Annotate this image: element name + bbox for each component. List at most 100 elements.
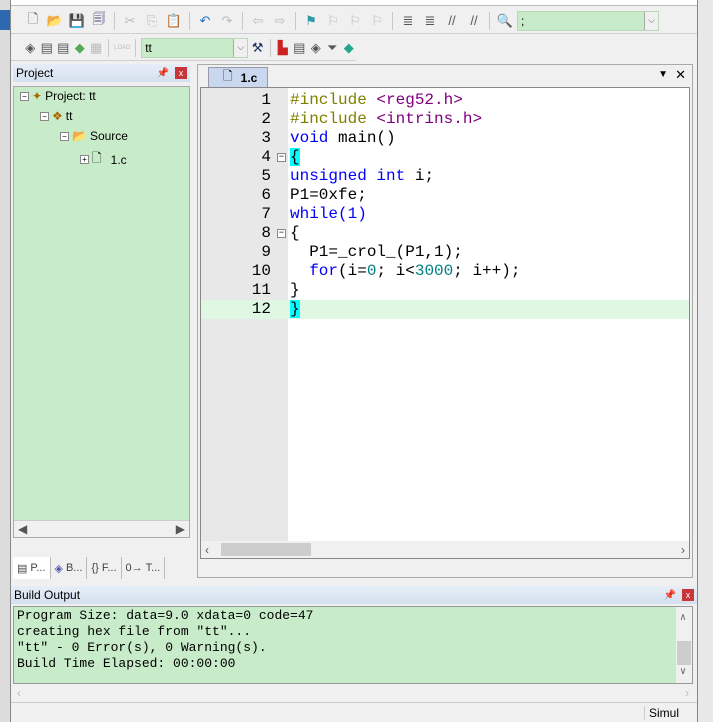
output-vscrollbar[interactable]: ∧ ∨ [676, 607, 692, 683]
comment-icon[interactable]: // [442, 11, 462, 31]
code-line[interactable]: 11} [201, 281, 689, 300]
run-time-env-icon[interactable]: ◆ [341, 38, 355, 58]
save-icon[interactable]: 💾 [67, 11, 87, 31]
code-line[interactable]: 2 #include <intrins.h> [201, 110, 689, 129]
redo-icon[interactable]: ↷ [217, 11, 237, 31]
close-icon[interactable]: x [682, 589, 694, 601]
tree-item-target[interactable]: − ❖ tt [40, 109, 72, 123]
copy-icon[interactable]: ⎘ [142, 11, 162, 31]
manage-items-icon[interactable]: ▤ [292, 38, 306, 58]
code-text: { [290, 148, 300, 166]
editor-hscroll-thumb[interactable] [221, 543, 311, 556]
code-text: } [290, 300, 300, 318]
clear-bookmarks-icon[interactable]: ⚐ [367, 11, 387, 31]
code-line[interactable]: 9 P1=_crol_(P1,1); [201, 243, 689, 262]
file-icon: 🗋 [92, 151, 102, 165]
line-number: 9 [261, 243, 271, 261]
code-text: { [290, 224, 300, 242]
line-number: 8 [261, 224, 271, 242]
line-number: 10 [251, 262, 271, 280]
code-text: unsigned int i; [290, 167, 435, 185]
bookmark-icon[interactable]: ⚑ [301, 11, 321, 31]
pin-icon[interactable]: 📌 [664, 590, 676, 601]
code-text: #include <reg52.h> [290, 91, 463, 109]
build-output-text[interactable]: Program Size: data=9.0 xdata=0 code=47 c… [13, 606, 693, 684]
next-bookmark-icon[interactable]: ⚐ [345, 11, 365, 31]
chevron-down-icon[interactable]: ⌵ [233, 38, 248, 57]
code-line[interactable]: 7 while(1) [201, 205, 689, 224]
tab-label: 1.c [240, 70, 258, 85]
tab-templates[interactable]: 0→ T... [122, 557, 166, 579]
tree-label: tt [65, 109, 73, 123]
line-number: 7 [261, 205, 271, 223]
build-output-title: Build Output [14, 588, 81, 602]
code-line[interactable]: 5 unsigned int i; [201, 167, 689, 186]
functions-icon: {} [91, 562, 99, 574]
tree-item-file[interactable]: + 🗋 1.c [80, 149, 127, 170]
download-icon[interactable]: LOAD [114, 38, 130, 58]
tab-list-dropdown-icon[interactable]: ▼ [658, 69, 668, 80]
rebuild-icon[interactable]: ▤ [56, 38, 70, 58]
output-hscrollbar[interactable]: ‹ › [13, 684, 693, 701]
uncomment-icon[interactable]: // [464, 11, 484, 31]
pin-icon[interactable]: 📌 [157, 68, 169, 79]
code-line[interactable]: 4−{ [201, 148, 689, 167]
code-line[interactable]: 12} [201, 300, 689, 319]
close-tab-icon[interactable]: ✕ [675, 67, 686, 83]
editor-panel: 🗋 1.c ▼ ✕ 1 #include <reg52.h> 2 #include <i… [197, 64, 693, 578]
project-tree: − ✦ Project: tt − ❖ tt − 📂 Source + 🗋 1.c ◀ ▶ [13, 86, 190, 538]
tree-item-source-group[interactable]: − 📂 Source [60, 129, 128, 143]
books-icon: ◈ [54, 562, 63, 575]
line-number: 4 [261, 148, 271, 166]
prev-bookmark-icon[interactable]: ⚐ [323, 11, 343, 31]
new-file-icon[interactable]: 🗋 [23, 11, 43, 31]
code-line[interactable]: 10 for(i=0; i<3000; i++); [201, 262, 689, 281]
templates-icon: 0→ [125, 562, 143, 574]
code-editor[interactable]: 1 #include <reg52.h> 2 #include <intrins.h>… [200, 87, 690, 559]
translate-icon[interactable]: ◈ [23, 38, 37, 58]
tab-project[interactable]: ▤ P... [13, 557, 51, 579]
pack-installer-icon[interactable]: ◈ [309, 38, 323, 58]
nav-forward-icon[interactable]: ⇨ [270, 11, 290, 31]
build-icon[interactable]: ▤ [39, 38, 53, 58]
tree-item-project[interactable]: − ✦ Project: tt [20, 89, 96, 103]
tab-1c[interactable]: 🗋 1.c [208, 67, 268, 87]
code-text: for(i=0; i<3000; i++); [309, 262, 521, 280]
indent-icon[interactable]: ≣ [398, 11, 418, 31]
code-line[interactable]: 6 P1=0xfe; [201, 186, 689, 205]
select-software-packs-icon[interactable]: ⏷ [325, 38, 339, 58]
code-line[interactable]: 8−{ [201, 224, 689, 243]
line-number: 6 [261, 186, 271, 204]
code-line[interactable]: 3 void main() [201, 129, 689, 148]
tab-label: T... [145, 562, 161, 574]
undo-icon[interactable]: ↶ [195, 11, 215, 31]
project-panel-title: Project [16, 66, 54, 80]
unindent-icon[interactable]: ≣ [420, 11, 440, 31]
background-window [0, 0, 10, 722]
status-bar: Simul [11, 702, 697, 722]
tab-books[interactable]: ◈ B... [51, 557, 88, 579]
batch-build-icon[interactable]: ◆ [72, 38, 86, 58]
project-hscrollbar[interactable]: ◀ ▶ [14, 520, 189, 537]
line-number: 12 [251, 300, 271, 318]
line-number: 11 [251, 281, 271, 299]
target-combo[interactable]: tt ⌵ [141, 37, 249, 58]
toolbar-file: 🗋 📂 💾 🗐 ✂ ⎘ 📋 ↶ ↷ ⇦ ⇨ ⚑ ⚐ ⚐ ⚐ ≣ ≣ // // … [11, 8, 697, 34]
code-line[interactable]: 1 #include <reg52.h> [201, 91, 689, 110]
find-in-files-icon[interactable]: 🔍 [495, 11, 515, 31]
open-icon[interactable]: 📂 [45, 11, 65, 31]
nav-back-icon[interactable]: ⇦ [248, 11, 268, 31]
file-extensions-icon[interactable]: ▙ [276, 38, 290, 58]
stop-build-icon[interactable]: ▦ [89, 38, 103, 58]
target-options-icon[interactable]: ⚒ [250, 38, 264, 58]
tab-label: P... [30, 562, 46, 574]
save-all-icon[interactable]: 🗐 [89, 11, 109, 31]
find-combo-value: ; [521, 13, 525, 28]
tab-functions[interactable]: {} F... [87, 557, 122, 579]
paste-icon[interactable]: 📋 [164, 11, 184, 31]
close-icon[interactable]: x [175, 67, 187, 79]
find-combo[interactable]: ; ⌵ [517, 10, 659, 31]
cut-icon[interactable]: ✂ [120, 11, 140, 31]
line-number: 3 [261, 129, 271, 147]
chevron-down-icon[interactable]: ⌵ [644, 11, 658, 30]
